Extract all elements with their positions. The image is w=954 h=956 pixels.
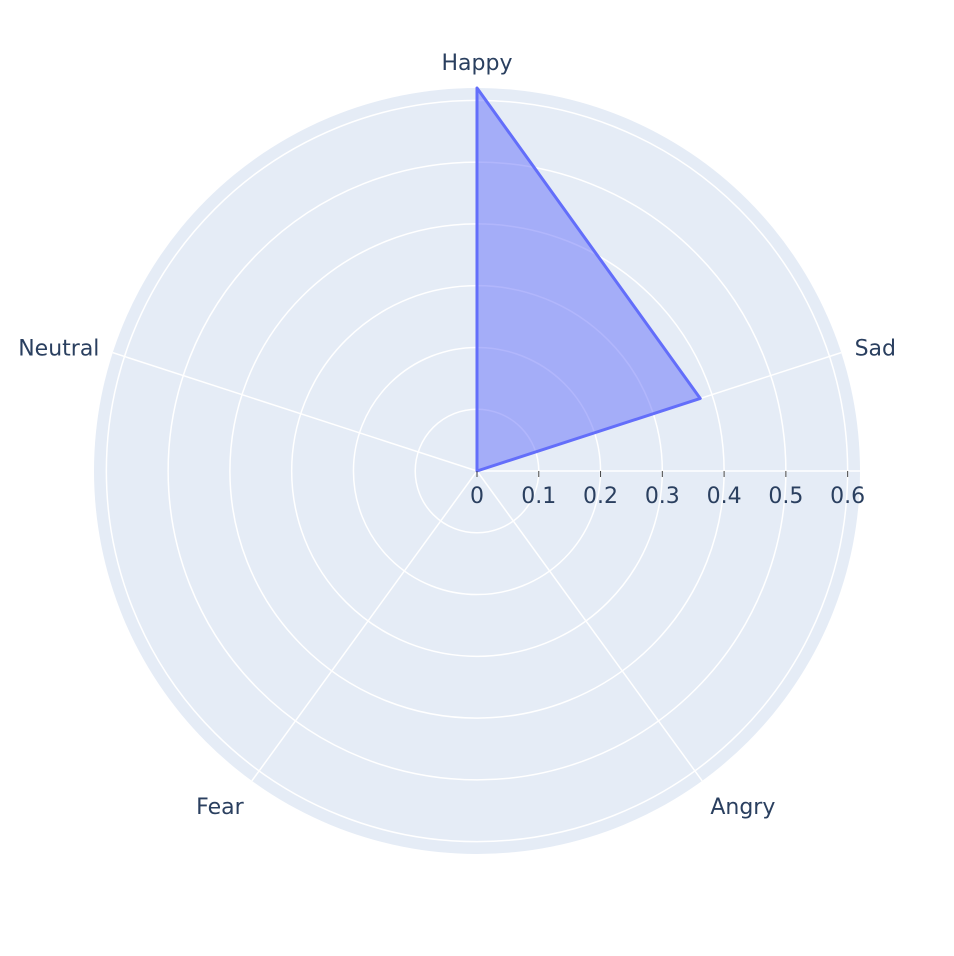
radial-tick-label: 0.1 xyxy=(521,484,556,509)
radial-tick-label: 0 xyxy=(470,484,484,509)
radial-tick-label: 0.4 xyxy=(707,484,742,509)
axis-label-fear: Fear xyxy=(196,795,244,820)
axis-label-sad: Sad xyxy=(855,336,896,361)
axis-label-angry: Angry xyxy=(710,795,775,820)
radial-tick-label: 0.2 xyxy=(583,484,618,509)
radial-tick-label: 0.5 xyxy=(768,484,803,509)
axis-label-happy: Happy xyxy=(442,51,513,76)
axis-label-neutral: Neutral xyxy=(18,336,99,361)
radial-tick-label: 0.3 xyxy=(645,484,680,509)
radar-chart: 0 0.1 0.2 0.3 0.4 0.5 0.6 Happy Sad Angry Fear Neu… xyxy=(18,51,896,854)
radial-tick-label: 0.6 xyxy=(830,484,865,509)
